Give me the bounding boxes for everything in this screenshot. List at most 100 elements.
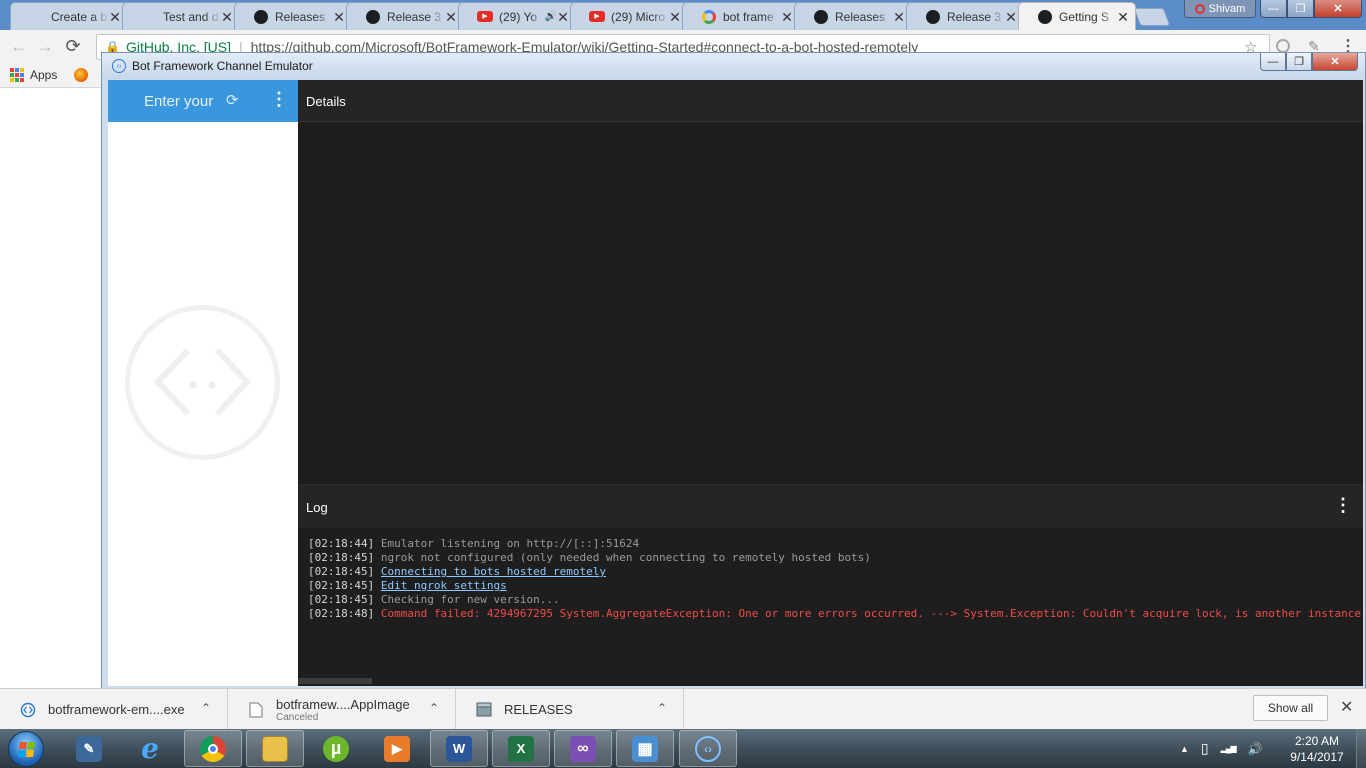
browser-tab-strip: Create a b ✕ Test and d ✕ Releases ✕ Rel… xyxy=(0,0,1366,30)
close-icon[interactable]: ✕ xyxy=(1340,697,1353,717)
download-item[interactable]: botframew....AppImage Canceled ⌃ xyxy=(228,689,456,730)
emulator-title-bar[interactable]: ‹› Bot Framework Channel Emulator xyxy=(102,53,1365,79)
forward-button[interactable]: → xyxy=(34,36,56,57)
details-panel xyxy=(298,122,1363,484)
refresh-icon[interactable]: ⟳ xyxy=(226,91,239,109)
back-button[interactable]: ← xyxy=(8,36,30,57)
close-icon[interactable]: ✕ xyxy=(333,10,345,24)
close-icon[interactable]: ✕ xyxy=(1117,10,1129,24)
log-timestamp: [02:18:45] xyxy=(308,579,375,592)
download-item[interactable]: RELEASES ⌃ xyxy=(456,689,684,730)
log-entry: [02:18:45] Checking for new version... xyxy=(308,593,1363,607)
browser-maximize-button[interactable]: ❐ xyxy=(1287,0,1314,18)
remote-bots-link[interactable]: Connecting to bots hosted remotely xyxy=(381,565,606,578)
tab-title: (29) Micro xyxy=(611,9,666,24)
profile-name: Shivam xyxy=(1208,2,1246,15)
details-header: Details xyxy=(298,80,1363,122)
log-timestamp: [02:18:45] xyxy=(308,551,375,564)
new-tab-button[interactable] xyxy=(1133,8,1171,26)
browser-tab[interactable]: ▶ (29) Micro ✕ xyxy=(570,2,688,30)
extension-icon[interactable] xyxy=(1276,39,1290,53)
emulator-body: Enter your ⟳ ⋮ Details Log ⋮ [02:18:44] xyxy=(108,80,1363,686)
system-clock[interactable]: 2:20 AM 9/14/2017 xyxy=(1282,733,1352,765)
browser-tab[interactable]: ▶ (29) Yo 🔊 ✕ xyxy=(458,2,576,30)
chevron-up-icon[interactable]: ⌃ xyxy=(657,701,667,715)
log-menu-icon[interactable]: ⋮ xyxy=(1334,496,1352,514)
chevron-up-icon[interactable]: ⌃ xyxy=(201,701,211,715)
excel-icon: X xyxy=(508,735,534,762)
taskbar-app[interactable] xyxy=(246,730,304,767)
user-icon xyxy=(1194,3,1205,14)
browser-tab[interactable]: bot frame ✕ xyxy=(682,2,800,30)
volume-icon[interactable]: 🔊 xyxy=(1248,742,1263,756)
reload-button[interactable]: ⟳ xyxy=(62,36,84,57)
close-icon[interactable]: ✕ xyxy=(893,10,905,24)
close-icon[interactable]: ✕ xyxy=(109,10,121,24)
taskbar-app[interactable]: W xyxy=(430,730,488,767)
profile-button[interactable]: Shivam xyxy=(1184,0,1256,18)
pinned-app-icon: ✎ xyxy=(76,735,102,762)
browser-tab[interactable]: Release 3 ✕ xyxy=(906,2,1024,30)
taskbar-app[interactable]: ∞ xyxy=(554,730,612,767)
browser-tab[interactable]: Release 3 ✕ xyxy=(346,2,464,30)
show-desktop-button[interactable] xyxy=(1356,729,1366,768)
emulator-icon xyxy=(20,702,36,718)
emulator-minimize-button[interactable]: — xyxy=(1260,53,1286,71)
github-icon xyxy=(365,9,381,25)
show-hidden-icons-icon[interactable]: ▲ xyxy=(1180,744,1189,754)
taskbar-app[interactable]: e xyxy=(121,730,179,767)
browser-close-button[interactable]: ✕ xyxy=(1314,0,1362,18)
taskbar-app[interactable]: ▦ xyxy=(616,730,674,767)
log-horizontal-scrollbar[interactable] xyxy=(298,678,372,684)
close-icon[interactable]: ✕ xyxy=(557,10,569,24)
emulator-maximize-button[interactable]: ❐ xyxy=(1286,53,1312,71)
windows-logo-icon xyxy=(17,742,36,757)
ngrok-settings-link[interactable]: Edit ngrok settings xyxy=(381,579,507,592)
ie-icon: e xyxy=(141,732,159,765)
log-header: Log ⋮ xyxy=(298,484,1363,528)
browser-tab-active[interactable]: Getting S ✕ xyxy=(1018,2,1136,30)
download-shelf: botframework-em....exe ⌃ botframew....Ap… xyxy=(0,688,1366,730)
apps-shortcut[interactable]: Apps xyxy=(10,68,57,82)
media-player-icon: ▶ xyxy=(384,735,410,762)
taskbar-app[interactable] xyxy=(184,730,242,767)
settings-menu-icon[interactable]: ⋮ xyxy=(270,90,288,108)
tab-title: Create a b xyxy=(51,9,108,24)
close-icon[interactable]: ✕ xyxy=(1005,10,1017,24)
download-status: Canceled xyxy=(276,711,319,723)
taskbar-app[interactable]: µ xyxy=(307,730,365,767)
start-button[interactable] xyxy=(8,731,44,767)
chat-panel: Enter your ⟳ ⋮ xyxy=(108,80,298,686)
browser-tab[interactable]: Test and d ✕ xyxy=(122,2,240,30)
emulator-close-button[interactable]: ✕ xyxy=(1312,53,1358,71)
taskbar-app-active[interactable]: ‹› xyxy=(679,730,737,767)
control-panel-icon: ▦ xyxy=(632,735,658,762)
taskbar-app[interactable]: ✎ xyxy=(60,730,118,767)
close-icon[interactable]: ✕ xyxy=(669,10,681,24)
download-item[interactable]: botframework-em....exe ⌃ xyxy=(0,689,228,730)
browser-tab[interactable]: Releases ✕ xyxy=(794,2,912,30)
tab-title: Getting S xyxy=(1059,9,1110,24)
endpoint-url-input[interactable]: Enter your xyxy=(144,93,216,110)
tab-title: Test and d xyxy=(163,9,219,24)
close-icon[interactable]: ✕ xyxy=(781,10,793,24)
google-icon xyxy=(701,9,717,25)
log-entry: [02:18:45] Connecting to bots hosted rem… xyxy=(308,565,1363,579)
browser-minimize-button[interactable]: — xyxy=(1260,0,1287,18)
chevron-up-icon[interactable]: ⌃ xyxy=(429,701,439,715)
close-icon[interactable]: ✕ xyxy=(445,10,457,24)
network-icon[interactable]: ▂▄▆ xyxy=(1221,744,1237,753)
close-icon[interactable]: ✕ xyxy=(221,10,233,24)
browser-tab[interactable]: Create a b ✕ xyxy=(10,2,128,30)
apps-icon xyxy=(10,68,24,82)
taskbar-app[interactable]: X xyxy=(492,730,550,767)
firefox-bookmark-icon[interactable] xyxy=(74,68,88,82)
log-entry: [02:18:45] ngrok not configured (only ne… xyxy=(308,551,1363,565)
battery-icon[interactable]: ▯ xyxy=(1201,740,1209,757)
taskbar-app[interactable]: ▶ xyxy=(368,730,426,767)
browser-tab[interactable]: Releases ✕ xyxy=(234,2,352,30)
tab-title: (29) Yo xyxy=(499,9,538,24)
clock-date: 9/14/2017 xyxy=(1290,750,1344,764)
show-all-downloads-button[interactable]: Show all xyxy=(1253,695,1328,721)
speaker-icon[interactable]: 🔊 xyxy=(545,11,557,22)
